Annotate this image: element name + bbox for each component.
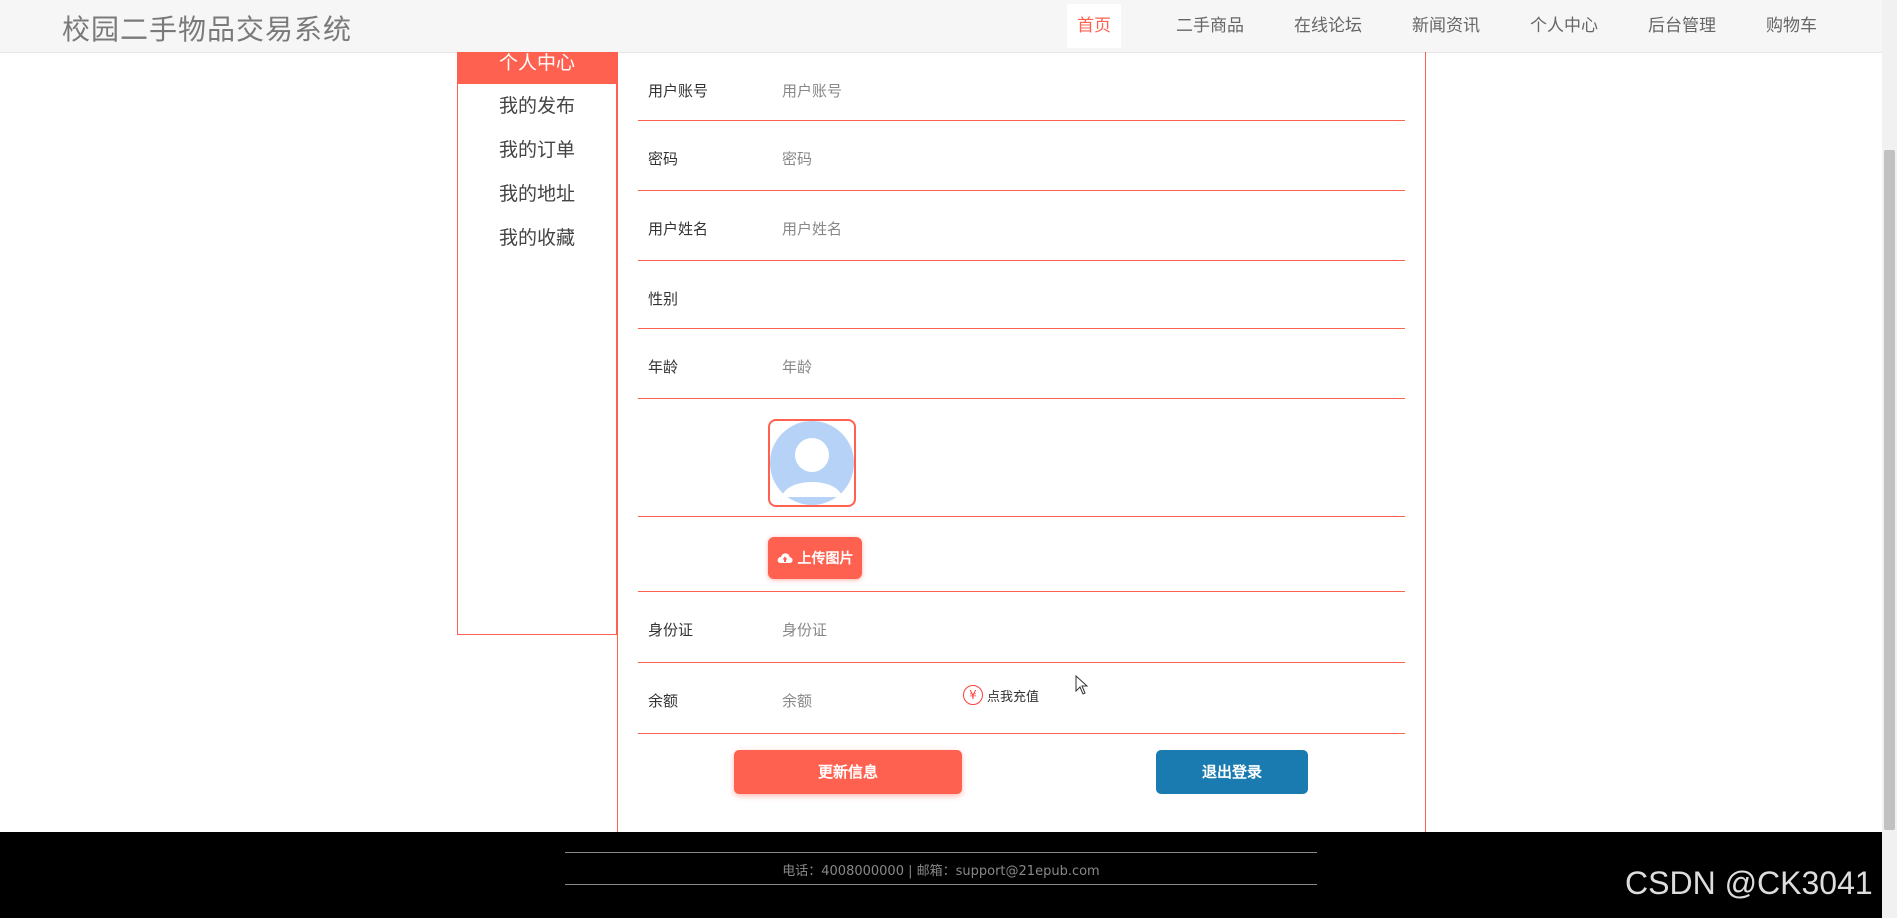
site-title: 校园二手物品交易系统 (62, 13, 353, 46)
recharge-link[interactable]: ¥ 点我充值 (963, 685, 1039, 705)
yen-icon: ¥ (963, 685, 983, 705)
personal-sidebar: 个人中心 我的发布 我的订单 我的地址 我的收藏 (457, 52, 617, 635)
form-row-upload: 上传图片 (638, 517, 1405, 592)
idcard-label: 身份证 (648, 621, 694, 639)
balance-input[interactable] (780, 685, 944, 717)
cloud-upload-icon (777, 553, 793, 563)
footer-contact: 电话：4008000000 | 邮箱：support@21epub.com (782, 864, 1100, 879)
age-label: 年龄 (648, 358, 679, 376)
logout-button[interactable]: 退出登录 (1156, 750, 1308, 794)
footer: 电话：4008000000 | 邮箱：support@21epub.com (0, 832, 1882, 918)
nav-item-personal-center[interactable]: 个人中心 (1505, 4, 1623, 48)
nav-item-cart[interactable]: 购物车 (1741, 4, 1842, 48)
form-row-password: 密码 (638, 121, 1405, 191)
watermark: CSDN @CK3041 (1625, 865, 1873, 901)
avatar-preview[interactable] (768, 419, 856, 507)
footer-divider-top (565, 852, 1317, 853)
default-user-avatar-icon (770, 421, 854, 505)
gender-label: 性别 (648, 290, 679, 308)
page-scrollbar[interactable] (1882, 0, 1897, 918)
upload-button-label: 上传图片 (797, 551, 854, 567)
scrollbar-thumb[interactable] (1884, 150, 1895, 830)
nav-item-news[interactable]: 新闻资讯 (1387, 4, 1505, 48)
form-row-balance: 余额 ¥ 点我充值 (638, 663, 1405, 734)
nav-item-second-hand-goods[interactable]: 二手商品 (1151, 4, 1269, 48)
form-row-gender: 性别 (638, 261, 1405, 329)
mouse-cursor-icon (1075, 675, 1089, 695)
profile-form: 用户账号 密码 用户姓名 性别 年龄 上传图片 (638, 52, 1405, 734)
main-nav: 首页 二手商品 在线论坛 新闻资讯 个人中心 后台管理 购物车 (1067, 4, 1842, 48)
nav-item-admin[interactable]: 后台管理 (1623, 4, 1741, 48)
sidebar-item-my-favorites[interactable]: 我的收藏 (458, 216, 616, 260)
password-input[interactable] (780, 143, 1384, 175)
idcard-input[interactable] (780, 614, 1384, 646)
age-input[interactable] (780, 351, 1384, 383)
gender-select[interactable] (780, 279, 1180, 311)
form-row-age: 年龄 (638, 329, 1405, 399)
form-row-idcard: 身份证 (638, 592, 1405, 663)
balance-label: 余额 (648, 692, 679, 710)
account-input[interactable] (780, 75, 1384, 107)
form-row-avatar (638, 399, 1405, 517)
sidebar-item-my-posts[interactable]: 我的发布 (458, 84, 616, 128)
form-row-account: 用户账号 (638, 52, 1405, 121)
sidebar-item-my-orders[interactable]: 我的订单 (458, 128, 616, 172)
form-row-name: 用户姓名 (638, 191, 1405, 261)
name-label: 用户姓名 (648, 220, 709, 238)
update-info-button[interactable]: 更新信息 (734, 750, 962, 794)
name-input[interactable] (780, 213, 1384, 245)
upload-image-button[interactable]: 上传图片 (768, 537, 862, 579)
sidebar-header[interactable]: 个人中心 (458, 52, 616, 84)
main-border-right (1425, 52, 1426, 832)
footer-divider-bottom (565, 884, 1317, 885)
password-label: 密码 (648, 150, 679, 168)
recharge-label: 点我充值 (987, 689, 1040, 705)
nav-item-forum[interactable]: 在线论坛 (1269, 4, 1387, 48)
top-navbar: 校园二手物品交易系统 首页 二手商品 在线论坛 新闻资讯 个人中心 后台管理 购… (0, 0, 1882, 53)
sidebar-item-my-address[interactable]: 我的地址 (458, 172, 616, 216)
nav-item-home[interactable]: 首页 (1067, 4, 1121, 48)
main-border-left (617, 52, 618, 832)
account-label: 用户账号 (648, 82, 709, 100)
